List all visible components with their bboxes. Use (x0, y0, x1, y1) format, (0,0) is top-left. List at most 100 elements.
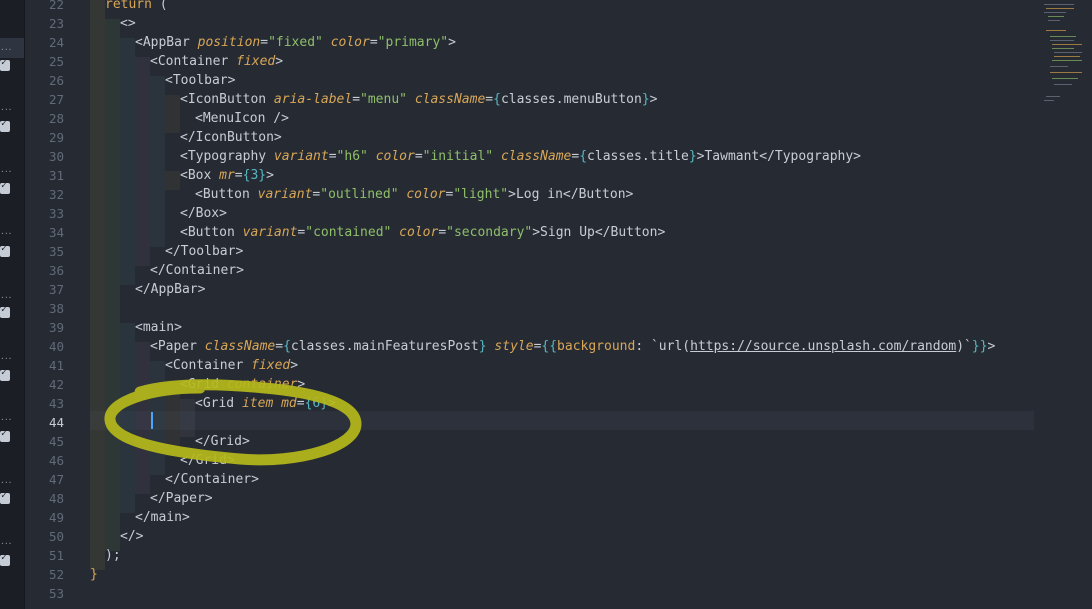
code-line-51[interactable]: ); (105, 546, 121, 565)
code-line-24[interactable]: <AppBar position="fixed" color="primary"… (135, 33, 456, 52)
code-token: } (688, 149, 697, 164)
sidebar-ellipsis-icon: ··· (0, 354, 12, 363)
checkbox-checked-icon[interactable] (0, 304, 10, 318)
indent-guide (135, 342, 150, 494)
code-line-49[interactable]: </main> (135, 508, 190, 527)
code-line-40[interactable]: <Paper className={classes.mainFeaturesPo… (150, 337, 995, 356)
checkbox-checked-icon[interactable] (0, 428, 10, 442)
minimap-line (1050, 40, 1074, 41)
code-line-45[interactable]: </Grid> (195, 432, 250, 451)
code-token: "outlined" (320, 187, 399, 202)
activity-sidebar: ··· ··· ··· ··· ··· ··· ··· ··· ··· (0, 0, 25, 609)
minimap[interactable] (1036, 0, 1092, 609)
code-token: background (557, 339, 636, 354)
code-token: <IconButton (180, 92, 267, 107)
minimap-line (1048, 20, 1060, 21)
code-line-29[interactable]: </IconButton> (180, 128, 282, 147)
code-line-33[interactable]: </Box> (180, 204, 227, 223)
code-line-34[interactable]: <Button variant="contained" color="secon… (180, 223, 665, 242)
code-line-39[interactable]: <main> (135, 318, 182, 337)
line-number: 26 (48, 73, 64, 88)
code-token: <Box (180, 168, 212, 183)
indent-guide (180, 399, 195, 437)
code-line-46[interactable]: </Grid> (180, 451, 235, 470)
code-line-30[interactable]: <Typography variant="h6" color="initial"… (180, 147, 861, 166)
checkbox-checked-icon[interactable] (0, 552, 10, 566)
code-line-52[interactable]: } (90, 565, 98, 584)
code-token: </Grid> (195, 434, 250, 449)
code-token: "fixed" (268, 35, 323, 50)
minimap-line (1046, 8, 1074, 9)
code-token: color (399, 225, 439, 240)
code-token: <Button (195, 187, 250, 202)
code-line-42[interactable]: <Grid container> (180, 375, 305, 394)
minimap-line (1050, 66, 1068, 67)
sidebar-ellipsis-icon: ··· (0, 415, 12, 424)
line-number: 30 (48, 149, 64, 164)
checkbox-checked-icon[interactable] (0, 118, 10, 132)
checkbox-checked-icon[interactable] (0, 367, 10, 381)
code-token: = (369, 35, 378, 50)
code-token: <Container (165, 358, 244, 373)
code-token: </Grid> (180, 453, 235, 468)
code-token: </Toolbar> (165, 244, 244, 259)
checkbox-checked-icon[interactable] (0, 180, 10, 194)
line-number: 31 (48, 168, 64, 183)
code-line-48[interactable]: </Paper> (150, 489, 213, 508)
code-line-23[interactable]: <> (120, 14, 136, 33)
code-token: } (90, 567, 98, 582)
minimap-line (1046, 96, 1060, 97)
code-line-36[interactable]: </Container> (150, 261, 244, 280)
code-token: <Paper (150, 339, 197, 354)
sidebar-ellipsis-icon: ··· (0, 539, 12, 548)
code-line-37[interactable]: </AppBar> (135, 280, 205, 299)
code-token: </Container> (150, 263, 244, 278)
code-line-43[interactable]: <Grid item md={6}> (195, 394, 336, 413)
code-token: } (641, 92, 650, 107)
code-token: <> (120, 16, 136, 31)
minimap-line (1044, 12, 1066, 13)
code-line-28[interactable]: <MenuIcon /> (195, 109, 289, 128)
code-token: title (649, 149, 689, 164)
minimap-line (1050, 72, 1082, 73)
code-token: <Grid (180, 377, 220, 392)
code-token: }} (971, 339, 988, 354)
code-token: >Sign Up</Button> (532, 225, 666, 240)
code-token: > (649, 92, 658, 107)
line-number: 24 (48, 35, 64, 50)
code-token: </> (120, 529, 144, 544)
code-line-27[interactable]: <IconButton aria-label="menu" className=… (180, 90, 658, 109)
code-token: </main> (135, 510, 190, 525)
code-token: color (330, 35, 370, 50)
code-token: )` (956, 339, 972, 354)
code-line-25[interactable]: <Container fixed> (150, 52, 283, 71)
line-number: 42 (48, 377, 64, 392)
code-line-50[interactable]: </> (120, 527, 143, 546)
code-token: className (414, 92, 486, 107)
checkbox-checked-icon[interactable] (0, 57, 10, 71)
code-token: <Container (150, 54, 229, 69)
minimap-line (1052, 60, 1082, 61)
line-number: 49 (48, 510, 64, 525)
line-number: 34 (48, 225, 64, 240)
code-line-22[interactable]: return ( (105, 0, 168, 14)
code-editor[interactable]: return ( <> <AppBar position="fixed" col… (72, 0, 1034, 609)
line-number: 40 (48, 339, 64, 354)
url-link[interactable]: https://source.unsplash.com/random (690, 339, 956, 354)
checkbox-checked-icon[interactable] (0, 243, 10, 257)
code-line-35[interactable]: </Toolbar> (165, 242, 243, 261)
code-line-32[interactable]: <Button variant="outlined" color="light"… (195, 185, 633, 204)
checkbox-checked-icon[interactable] (0, 490, 10, 504)
minimap-line (1054, 52, 1082, 53)
code-line-26[interactable]: <Toolbar> (165, 71, 235, 90)
line-number: 28 (48, 111, 64, 126)
minimap-line (1044, 4, 1074, 5)
line-number: 48 (48, 491, 64, 506)
code-token: className (500, 149, 572, 164)
code-line-31[interactable]: <Box mr={3}> (180, 166, 274, 185)
code-line-47[interactable]: </Container> (165, 470, 259, 489)
minimap-line (1054, 84, 1072, 85)
code-line-41[interactable]: <Container fixed> (165, 356, 298, 375)
line-number: 33 (48, 206, 64, 221)
code-token: "secondary" (446, 225, 533, 240)
